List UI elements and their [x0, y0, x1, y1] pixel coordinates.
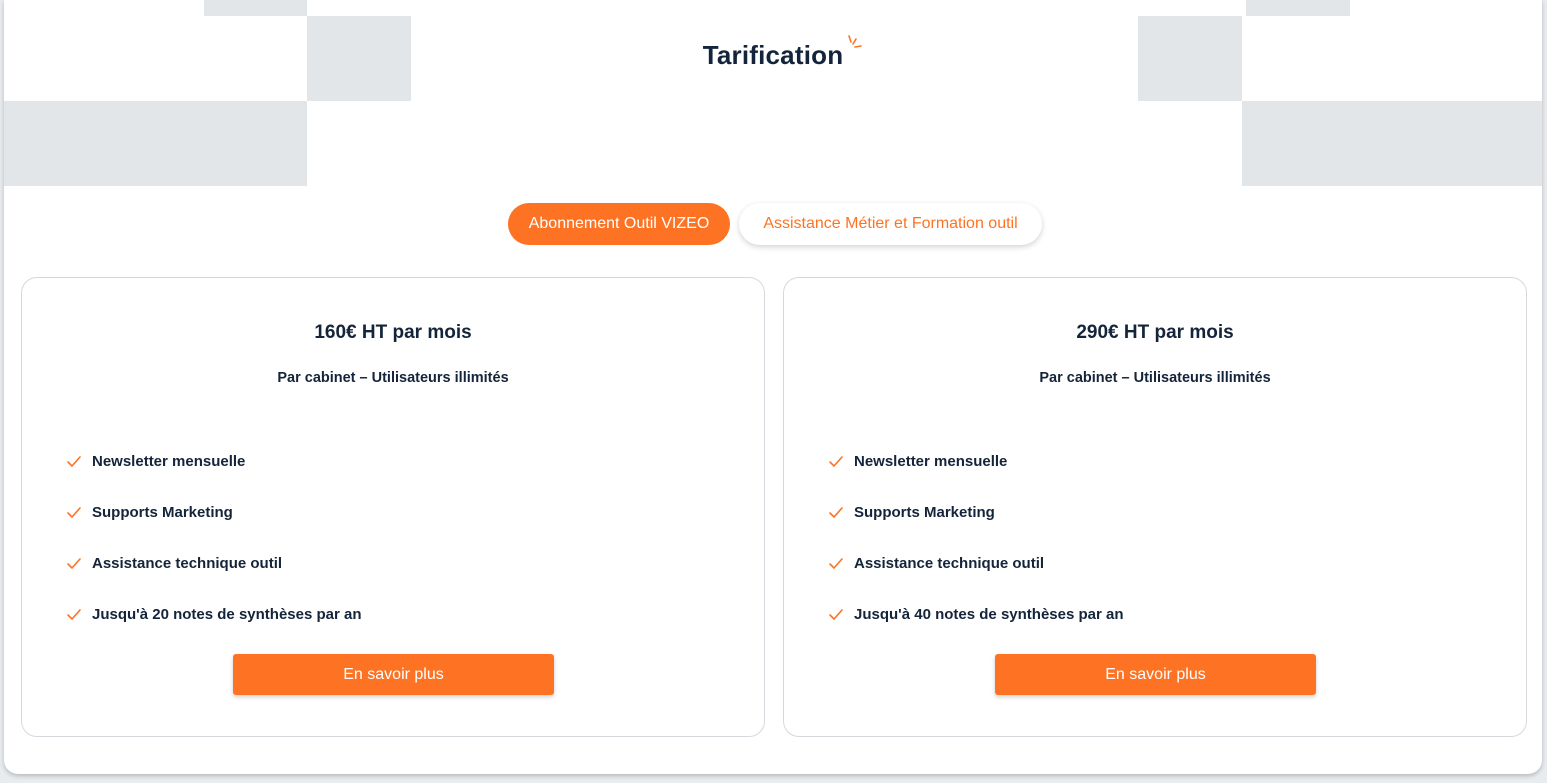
- feature-label: Assistance technique outil: [92, 555, 283, 572]
- feature-label: Assistance technique outil: [854, 555, 1045, 572]
- feature-label: Jusqu'à 40 notes de synthèses par an: [854, 606, 1124, 623]
- feature-item: Newsletter mensuelle: [66, 436, 362, 487]
- feature-item: Assistance technique outil: [828, 538, 1124, 589]
- feature-item: Newsletter mensuelle: [828, 436, 1124, 487]
- plan-subtitle: Par cabinet – Utilisateurs illimités: [1039, 370, 1271, 386]
- pricing-card: 160€ HT par mois Par cabinet – Utilisate…: [21, 277, 765, 737]
- feature-item: Assistance technique outil: [66, 538, 362, 589]
- tab-label: Assistance Métier et Formation outil: [763, 215, 1018, 232]
- pricing-section: Tarification Abonnement Outil VIZEO Assi…: [4, 0, 1542, 774]
- page-title-text: Tarification: [702, 40, 844, 70]
- check-icon: [829, 608, 843, 620]
- plan-price: 160€ HT par mois: [314, 322, 472, 343]
- feature-label: Supports Marketing: [854, 504, 995, 521]
- tab-abonnement-outil[interactable]: Abonnement Outil VIZEO: [508, 203, 730, 245]
- check-icon: [67, 455, 81, 467]
- pricing-tabs: Abonnement Outil VIZEO Assistance Métier…: [508, 203, 1042, 245]
- learn-more-button[interactable]: En savoir plus: [995, 654, 1316, 695]
- tab-assistance-formation[interactable]: Assistance Métier et Formation outil: [739, 203, 1042, 245]
- check-icon: [67, 506, 81, 518]
- feature-label: Newsletter mensuelle: [92, 453, 246, 470]
- plan-subtitle: Par cabinet – Utilisateurs illimités: [277, 370, 509, 386]
- feature-item: Supports Marketing: [66, 487, 362, 538]
- pricing-card: 290€ HT par mois Par cabinet – Utilisate…: [783, 277, 1527, 737]
- decor-square: [1242, 101, 1542, 186]
- decor-square: [204, 0, 307, 16]
- check-icon: [829, 506, 843, 518]
- feature-list: Newsletter mensuelle Supports Marketing …: [828, 436, 1124, 640]
- spark-icon: [848, 35, 863, 48]
- decor-square: [1246, 0, 1350, 16]
- page-title: Tarification: [702, 35, 863, 71]
- plan-price: 290€ HT par mois: [1076, 322, 1234, 343]
- check-icon: [67, 557, 81, 569]
- feature-item: Jusqu'à 20 notes de synthèses par an: [66, 589, 362, 640]
- feature-item: Supports Marketing: [828, 487, 1124, 538]
- tab-label: Abonnement Outil VIZEO: [528, 215, 710, 232]
- feature-label: Supports Marketing: [92, 504, 233, 521]
- decor-square: [4, 101, 307, 186]
- learn-more-button[interactable]: En savoir plus: [233, 654, 554, 695]
- check-icon: [67, 608, 81, 620]
- feature-label: Jusqu'à 20 notes de synthèses par an: [92, 606, 362, 623]
- check-icon: [829, 557, 843, 569]
- feature-list: Newsletter mensuelle Supports Marketing …: [66, 436, 362, 640]
- feature-item: Jusqu'à 40 notes de synthèses par an: [828, 589, 1124, 640]
- check-icon: [829, 455, 843, 467]
- feature-label: Newsletter mensuelle: [854, 453, 1008, 470]
